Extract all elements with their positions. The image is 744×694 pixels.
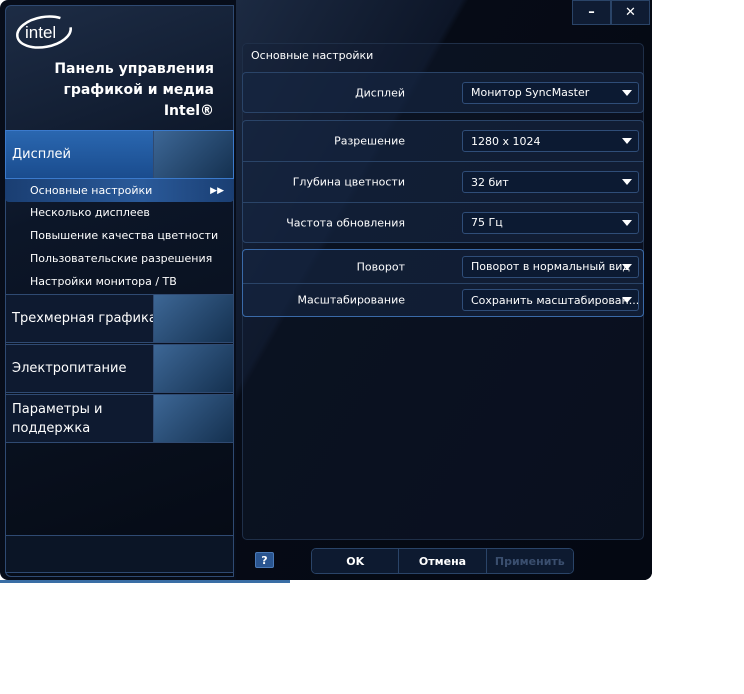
scaling-dropdown[interactable]: Сохранить масштабирован...: [462, 289, 639, 311]
chevron-down-icon: [622, 219, 632, 226]
refresh-rate-dropdown[interactable]: 75 Гц: [462, 211, 639, 234]
intel-logo: intel: [16, 15, 72, 49]
sidebar-item-label: Параметры и поддержка: [12, 401, 103, 436]
rotation-scaling-section: Поворот Поворот в нормальный вид Масштаб…: [242, 249, 644, 317]
resolution-label: Разрешение: [334, 134, 405, 148]
dropdown-value: Монитор SyncMaster: [471, 86, 590, 99]
double-arrow-icon: ▶▶: [210, 185, 224, 196]
subitem-monitor-tv[interactable]: Настройки монитора / ТВ: [30, 275, 177, 288]
display-section: Дисплей Монитор SyncMaster: [242, 72, 644, 113]
sidebar-item-label: Дисплей: [12, 147, 72, 162]
app-title-line-3: Intel®: [163, 103, 214, 119]
sidebar-bottom-panel: [5, 535, 234, 573]
dropdown-value: Поворот в нормальный вид: [471, 260, 631, 273]
chevron-down-icon: [622, 138, 632, 144]
page-title: Основные настройки: [251, 49, 374, 62]
help-button[interactable]: ?: [255, 552, 274, 568]
display-label: Дисплей: [355, 86, 405, 99]
chevron-down-icon: [622, 89, 632, 96]
sidebar-item-display[interactable]: Дисплей: [5, 130, 234, 179]
cancel-button[interactable]: Отмена: [399, 549, 487, 573]
color-depth-dropdown[interactable]: 32 бит: [462, 171, 639, 193]
dialog-buttons: OK Отмена Применить: [311, 548, 574, 574]
sidebar-item-support[interactable]: Параметры и поддержка: [5, 394, 234, 443]
subitem-multiple-displays[interactable]: Несколько дисплеев: [30, 206, 150, 219]
dropdown-value: 1280 x 1024: [471, 134, 541, 148]
sidebar-item-power[interactable]: Электропитание: [5, 344, 234, 393]
chevron-down-icon: [622, 297, 632, 303]
close-button[interactable]: ✕: [611, 0, 650, 25]
rotation-dropdown[interactable]: Поворот в нормальный вид: [462, 255, 639, 278]
sidebar-item-label: Электропитание: [12, 361, 127, 376]
3d-shapes-icon: [153, 295, 233, 342]
chevron-down-icon: [622, 179, 632, 185]
sidebar-item-3d[interactable]: Трехмерная графика: [5, 294, 234, 343]
dropdown-value: Сохранить масштабирован...: [471, 293, 639, 307]
svg-text:intel: intel: [25, 23, 56, 42]
display-dropdown[interactable]: Монитор SyncMaster: [462, 81, 639, 104]
scaling-label: Масштабирование: [297, 293, 405, 307]
dropdown-value: 32 бит: [471, 175, 509, 189]
battery-flag-icon: [153, 345, 233, 392]
apply-button[interactable]: Применить: [486, 549, 573, 573]
subitem-custom-resolutions[interactable]: Пользовательские разрешения: [30, 252, 212, 265]
refresh-rate-label: Частота обновления: [286, 216, 405, 229]
rotation-label: Поворот: [356, 260, 405, 273]
help-wrench-icon: [153, 395, 233, 442]
subitem-basic-settings[interactable]: Основные настройки ▶▶: [5, 179, 234, 202]
app-title-line-2: графикой и медиа: [63, 82, 214, 98]
app-title-line-1: Панель управления: [54, 61, 214, 77]
dropdown-value: 75 Гц: [471, 216, 503, 229]
ok-button[interactable]: OK: [312, 549, 400, 573]
subitem-label: Основные настройки: [30, 184, 153, 197]
mode-section: Разрешение 1280 x 1024 Глубина цветности…: [242, 120, 644, 243]
chevron-down-icon: [622, 263, 632, 270]
window-controls: – ✕: [572, 0, 650, 25]
color-depth-label: Глубина цветности: [292, 175, 405, 189]
intel-control-panel-window: intel Панель управления графикой и медиа…: [0, 0, 652, 580]
desktop-strip: [0, 580, 290, 583]
sidebar-item-label: Трехмерная графика: [12, 311, 157, 326]
subitem-color-enhancement[interactable]: Повышение качества цветности: [30, 229, 218, 242]
monitors-icon: [153, 131, 233, 178]
minimize-button[interactable]: –: [572, 0, 611, 25]
resolution-dropdown[interactable]: 1280 x 1024: [462, 130, 639, 152]
